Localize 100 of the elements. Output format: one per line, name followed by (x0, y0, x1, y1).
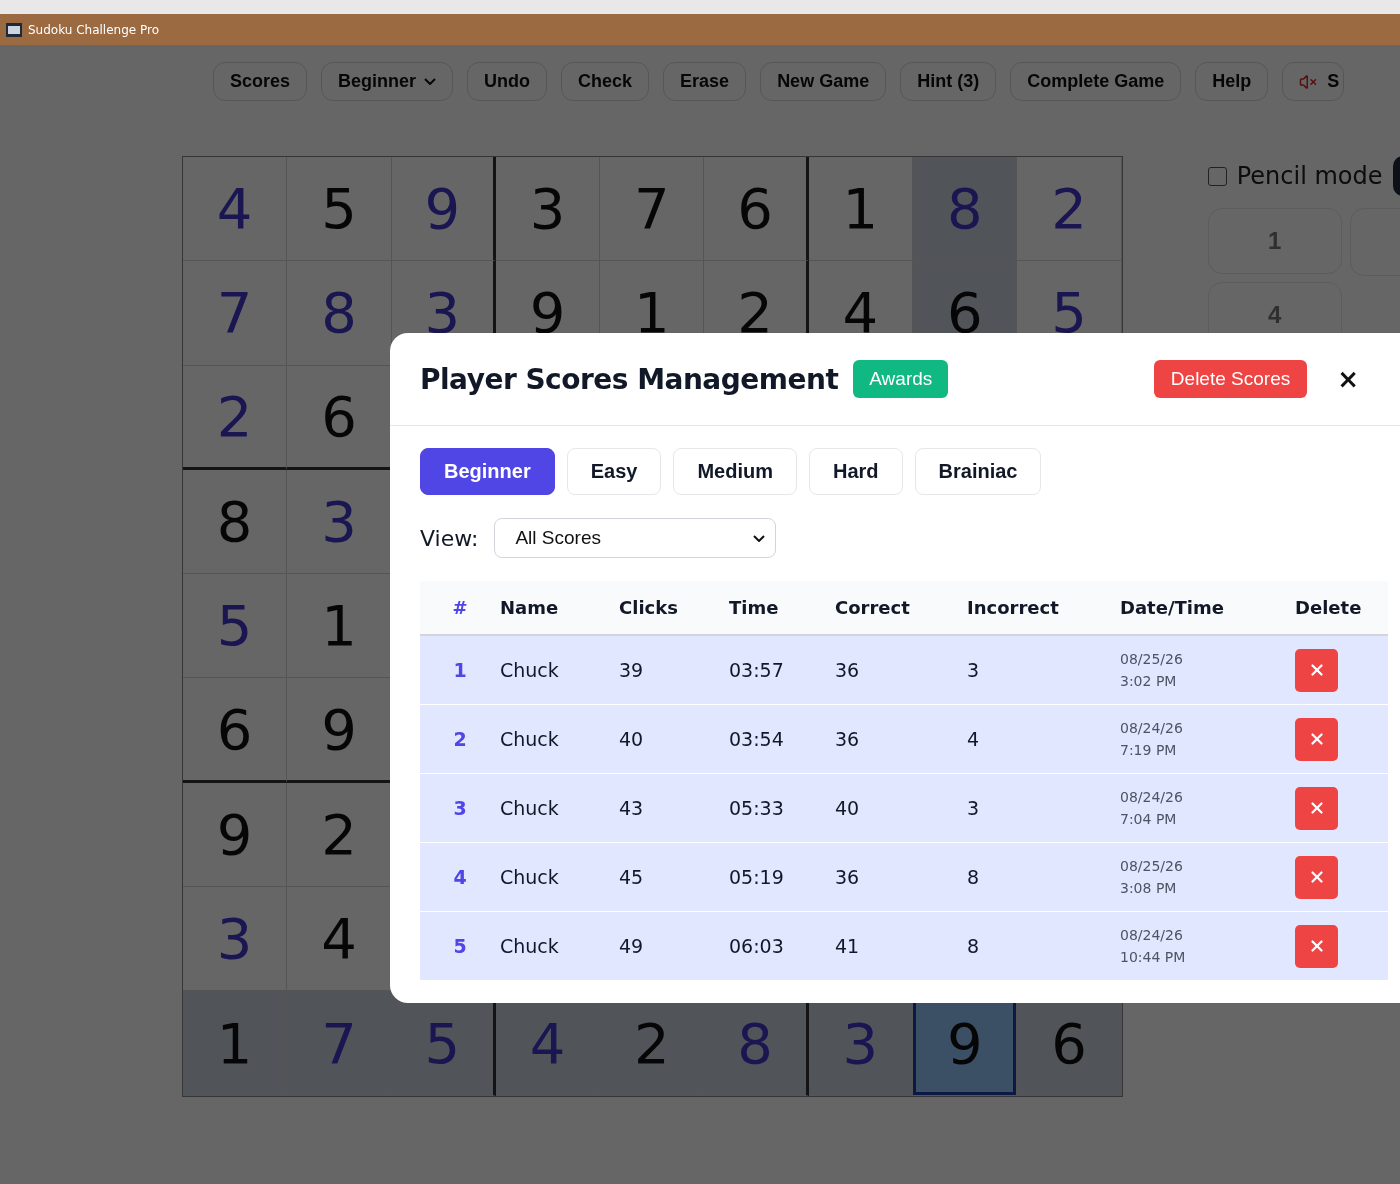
date-text: 08/25/26 (1120, 858, 1184, 874)
board-cell[interactable]: 6 (183, 678, 288, 783)
cell-digit: 6 (321, 383, 357, 449)
awards-button[interactable]: Awards (853, 360, 949, 398)
board-cell[interactable]: 5 (287, 157, 392, 262)
column-header: # (452, 597, 468, 618)
board-cell[interactable]: 7 (183, 261, 288, 366)
difficulty-tab[interactable]: Hard (808, 448, 903, 495)
toolbar-button[interactable]: Check (561, 62, 650, 101)
board-cell[interactable]: 5 (183, 574, 288, 679)
delete-row-button[interactable] (1295, 717, 1338, 761)
cell-digit: 2 (216, 383, 253, 449)
time-cell-text: 05:33 (729, 797, 785, 819)
board-cell[interactable]: 6 (704, 157, 809, 262)
correct-cell-text: 36 (835, 659, 861, 681)
time-cell-text: 06:03 (729, 935, 785, 957)
cell-digit: 8 (216, 489, 253, 555)
cell-digit: 7 (634, 176, 670, 242)
cell-digit: 1 (634, 280, 670, 346)
column-header: Delete (1295, 597, 1363, 618)
cell-digit: 6 (216, 696, 253, 762)
time-text: 10:44 PM (1120, 949, 1187, 965)
time-text: 3:02 PM (1120, 673, 1178, 689)
time-cell-text: 03:54 (729, 728, 785, 750)
cell-digit: 5 (1051, 280, 1087, 346)
incorrect-cell-text: 3 (967, 797, 981, 819)
name-cell-text: Chuck (500, 935, 560, 957)
pencil-checkbox[interactable] (1207, 166, 1227, 186)
cell-digit: 3 (842, 1010, 879, 1076)
name-cell-text: Chuck (500, 866, 560, 888)
difficulty-tab[interactable]: Easy (566, 448, 662, 495)
board-cell[interactable]: 4 (183, 157, 288, 262)
board-cell[interactable]: 8 (183, 469, 288, 575)
difficulty-tab[interactable]: Beginner (420, 448, 555, 495)
cell-digit: 9 (946, 1010, 983, 1076)
cell-digit: 6 (946, 280, 983, 346)
board-cell[interactable]: 7 (287, 991, 392, 1096)
board-cell[interactable]: 3 (183, 887, 288, 992)
cell-digit: 6 (1051, 1010, 1087, 1076)
board-cell[interactable]: 9 (183, 782, 288, 888)
clicks-cell-text: 49 (619, 935, 645, 957)
board-cell[interactable]: 3 (495, 157, 601, 262)
cell-digit: 5 (424, 1010, 461, 1076)
date-text: 08/24/26 (1120, 927, 1184, 943)
cell-digit: 8 (737, 1010, 773, 1076)
delete-scores-button[interactable]: Delete Scores (1153, 360, 1308, 398)
board-cell[interactable]: 8 (913, 157, 1018, 262)
sound-button[interactable]: S (1282, 62, 1345, 101)
mute-icon (1299, 72, 1318, 91)
cell-digit: 7 (216, 280, 253, 346)
name-cell-text: Chuck (500, 659, 560, 681)
clicks-cell-text: 45 (619, 866, 645, 888)
delete-row-button[interactable] (1295, 924, 1338, 968)
rank-cell: 4 (453, 866, 467, 888)
board-cell[interactable]: 9 (391, 157, 496, 262)
delete-row-button[interactable] (1295, 786, 1338, 830)
toolbar-button[interactable]: Hint (3) (900, 62, 997, 101)
board-cell[interactable]: 1 (183, 991, 288, 1096)
toolbar-button[interactable]: Complete Game (1010, 62, 1182, 101)
toolbar-button[interactable]: Help (1195, 62, 1269, 101)
delete-row-button[interactable] (1295, 648, 1338, 692)
cell-digit: 6 (737, 176, 773, 242)
difficulty-dropdown[interactable]: Beginner (321, 62, 454, 101)
time-text: 7:19 PM (1120, 742, 1178, 758)
clicks-cell-text: 40 (619, 728, 645, 750)
difficulty-tab[interactable]: Brainiac (914, 448, 1042, 495)
cell-digit: 5 (216, 593, 253, 659)
toolbar-button[interactable]: Scores (213, 62, 308, 101)
column-header: Name (500, 597, 560, 618)
cell-digit: 2 (634, 1010, 670, 1076)
correct-cell-text: 36 (835, 728, 861, 750)
board-cell[interactable]: 1 (808, 157, 914, 262)
column-header: Incorrect (967, 597, 1060, 618)
board-cell[interactable]: 8 (287, 261, 392, 366)
toolbar-button[interactable]: Undo (467, 62, 548, 101)
toolbar-button[interactable]: New Game (760, 62, 887, 101)
cell-digit: 8 (946, 176, 983, 242)
toolbar-button[interactable]: Erase (663, 62, 747, 101)
difficulty-tab[interactable]: Medium (673, 448, 797, 495)
cell-digit: 3 (529, 176, 566, 242)
correct-cell-text: 41 (835, 935, 861, 957)
cell-digit: 4 (321, 906, 357, 972)
close-button[interactable]: × (1337, 366, 1359, 392)
clicks-cell-text: 43 (619, 797, 645, 819)
name-cell-text: Chuck (500, 728, 560, 750)
board-cell[interactable]: 2 (1017, 157, 1122, 262)
rank-cell: 2 (453, 728, 467, 750)
board-cell[interactable]: 2 (183, 365, 288, 470)
view-select[interactable]: All Scores (494, 518, 777, 558)
cell-digit: 5 (321, 176, 357, 242)
board-cell[interactable]: 7 (600, 157, 705, 262)
cell-digit: 2 (737, 280, 773, 346)
rank-cell: 5 (453, 935, 467, 957)
cell-digit: 2 (1051, 176, 1087, 242)
time-cell-text: 05:19 (729, 866, 785, 888)
cell-digit: 3 (321, 489, 357, 555)
cell-digit: 1 (321, 593, 357, 659)
name-cell-text: Chuck (500, 797, 560, 819)
cell-digit: 4 (529, 1010, 566, 1076)
delete-row-button[interactable] (1295, 855, 1338, 899)
